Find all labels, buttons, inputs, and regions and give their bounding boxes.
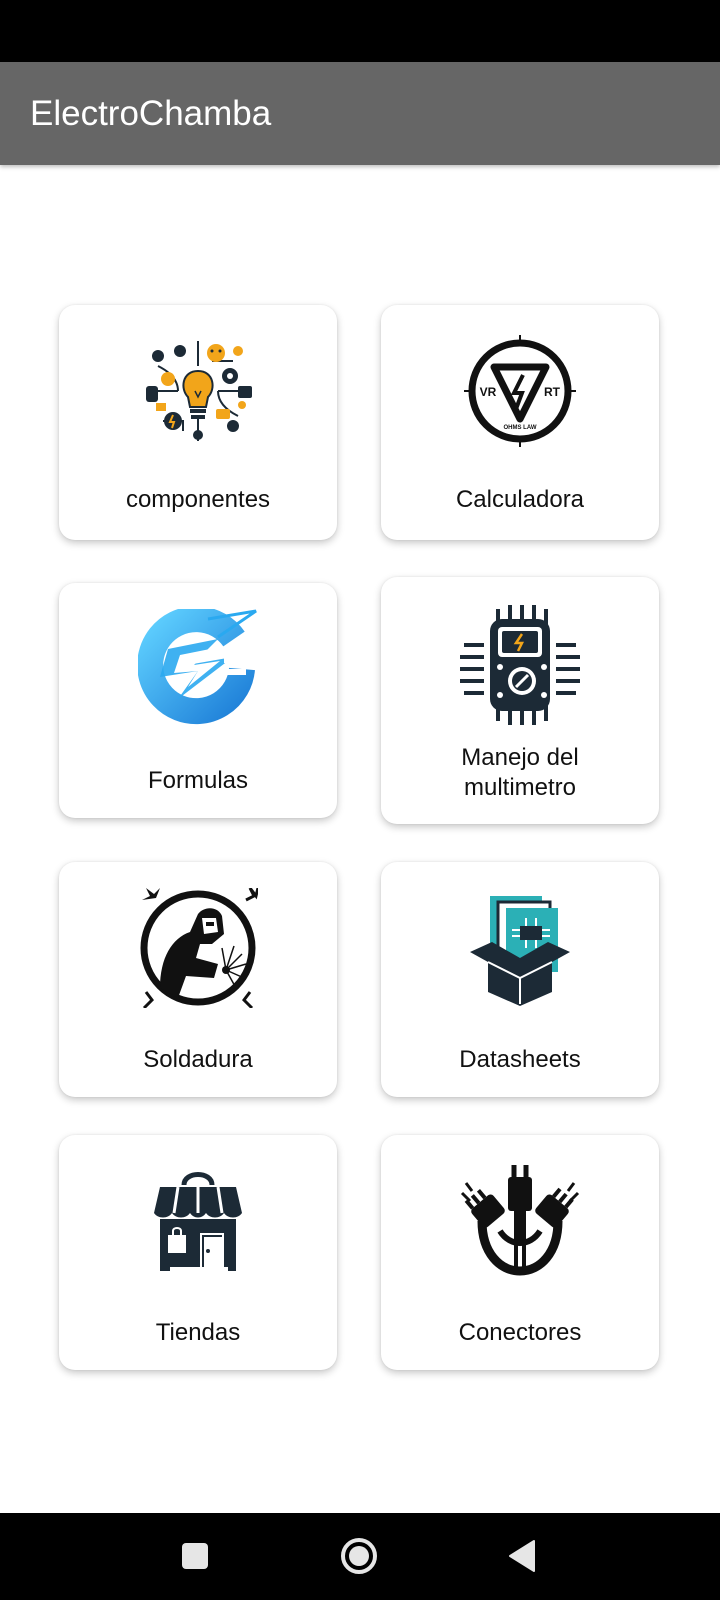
ohms-law-icon: VR RT OHMS LAW — [460, 331, 580, 451]
ohms-law-rt-text: RT — [544, 385, 561, 399]
card-tiendas[interactable]: Tiendas — [59, 1135, 337, 1370]
card-calculadora[interactable]: VR RT OHMS LAW Calculadora — [381, 305, 659, 540]
multimeter-icon — [460, 605, 580, 725]
recents-square-icon[interactable] — [170, 1531, 220, 1581]
back-triangle-icon[interactable] — [498, 1531, 548, 1581]
card-label: Calculadora — [455, 486, 585, 513]
menu-grid: componentes VR RT OHMS LAW Calculadora F… — [0, 0, 720, 1600]
ohms-law-vr-text: VR — [480, 385, 497, 399]
card-label: componentes — [125, 486, 271, 513]
card-label: Manejo del multimetro — [461, 744, 579, 801]
ohms-law-caption-text: OHMS LAW — [504, 425, 537, 431]
datasheet-box-icon — [460, 888, 580, 1008]
card-formulas[interactable]: Formulas — [59, 583, 337, 818]
card-label: Conectores — [458, 1319, 582, 1346]
store-icon — [138, 1161, 258, 1281]
card-label: Formulas — [147, 767, 249, 794]
home-circle-icon[interactable] — [334, 1531, 384, 1581]
system-nav-bar — [0, 1513, 720, 1600]
card-soldadura[interactable]: Soldadura — [59, 862, 337, 1097]
welder-icon — [138, 888, 258, 1008]
card-datasheets[interactable]: Datasheets — [381, 862, 659, 1097]
card-label: Datasheets — [459, 1046, 581, 1073]
card-label: Tiendas — [155, 1319, 241, 1346]
card-componentes[interactable]: componentes — [59, 305, 337, 540]
components-collage-icon — [138, 331, 258, 451]
card-multimetro[interactable]: Manejo del multimetro — [381, 577, 659, 824]
lightning-formula-icon — [138, 609, 258, 729]
connectors-icon — [460, 1161, 580, 1281]
card-conectores[interactable]: Conectores — [381, 1135, 659, 1370]
card-label: Soldadura — [143, 1046, 253, 1073]
